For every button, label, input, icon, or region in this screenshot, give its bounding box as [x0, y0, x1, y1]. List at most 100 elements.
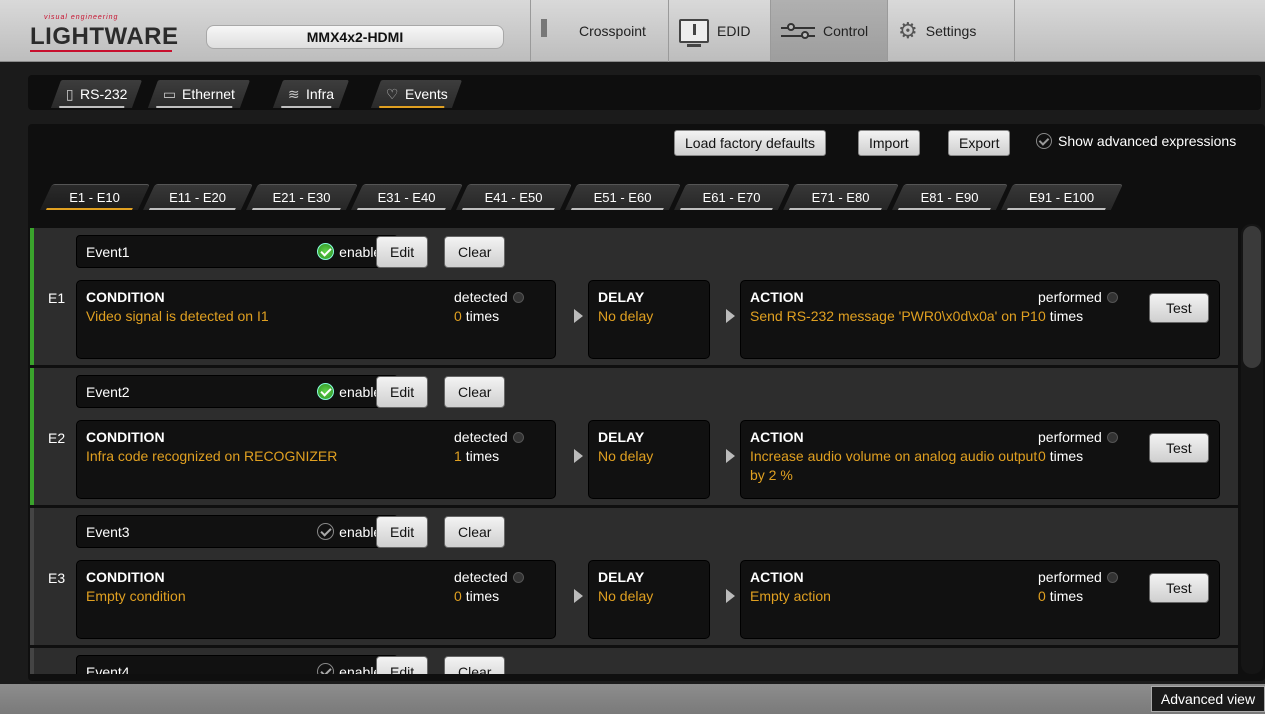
condition-box[interactable]: CONDITION Infra code recognized on RECOG…	[76, 420, 556, 499]
subtab-label: RS-232	[79, 86, 128, 102]
event-row-e4: Event4 enabled Edit Clear	[30, 648, 1238, 674]
clear-button[interactable]: Clear	[444, 656, 506, 674]
nav-tab-edid[interactable]: EDID	[668, 0, 770, 62]
import-button[interactable]: Import	[858, 130, 920, 156]
delay-box[interactable]: DELAY No delay	[588, 280, 710, 359]
monitor-icon	[679, 19, 709, 47]
range-tab-e11-e20[interactable]: E11 - E20	[142, 184, 254, 210]
delay-box[interactable]: DELAY No delay	[588, 560, 710, 639]
event-code: E1	[48, 290, 66, 306]
delay-text: No delay	[598, 588, 654, 604]
crosspoint-grid-icon	[541, 19, 571, 42]
range-tab-e41-e50[interactable]: E41 - E50	[455, 184, 573, 210]
performed-count: 0 times	[1038, 308, 1084, 324]
nav-tab-control[interactable]: Control	[770, 0, 887, 62]
condition-title: CONDITION	[86, 429, 165, 445]
detected-label: detected	[454, 289, 524, 305]
edit-button[interactable]: Edit	[376, 516, 429, 548]
range-tab-e51-e60[interactable]: E51 - E60	[564, 184, 682, 210]
logo-text: LIGHTWARE	[30, 23, 179, 50]
condition-box[interactable]: CONDITION Video signal is detected on I1…	[76, 280, 556, 359]
range-tab-e91-e100[interactable]: E91 - E100	[1000, 184, 1124, 210]
nav-tab-settings[interactable]: ⚙ Settings	[887, 0, 1015, 62]
export-button[interactable]: Export	[948, 130, 1011, 156]
performed-label: performed	[1038, 429, 1118, 445]
event-name-box: Event2 enabled	[76, 375, 398, 408]
nav-tab-label: Control	[823, 23, 869, 39]
subtab-infra[interactable]: ≋ Infra	[272, 80, 349, 108]
range-tab-e61-e70[interactable]: E61 - E70	[673, 184, 791, 210]
test-button[interactable]: Test	[1149, 293, 1209, 323]
range-tab-e21-e30[interactable]: E21 - E30	[245, 184, 359, 210]
performed-count: 0 times	[1038, 588, 1084, 604]
arrow-right-icon	[726, 449, 735, 463]
condition-title: CONDITION	[86, 569, 165, 585]
detected-label: detected	[454, 569, 524, 585]
delay-text: No delay	[598, 308, 654, 324]
subtab-rs232[interactable]: ▯ RS-232	[50, 80, 143, 108]
edit-button[interactable]: Edit	[376, 656, 429, 674]
range-tab-e71-e80[interactable]: E71 - E80	[782, 184, 900, 210]
event-name: Event4	[86, 664, 130, 674]
status-led-icon	[1106, 291, 1118, 303]
edit-button[interactable]: Edit	[376, 236, 429, 268]
arrow-right-icon	[574, 449, 583, 463]
device-name-field[interactable]: MMX4x2-HDMI	[206, 25, 504, 49]
event-row-e3: Event3 enabled Edit Clear E3 CONDITION E…	[30, 508, 1238, 645]
action-text: Empty action	[750, 588, 831, 604]
subtab-label: Ethernet	[182, 86, 236, 102]
event-name-box: Event4 enabled	[76, 655, 398, 674]
event-name: Event3	[86, 524, 130, 540]
detected-count: 0 times	[454, 588, 500, 604]
scrollbar-thumb[interactable]	[1243, 226, 1261, 368]
advanced-view-button[interactable]: Advanced view	[1151, 686, 1265, 712]
edit-button[interactable]: Edit	[376, 376, 429, 408]
test-button[interactable]: Test	[1149, 573, 1209, 603]
event-name-box: Event3 enabled	[76, 515, 398, 548]
nav-tab-label: EDID	[717, 23, 751, 39]
event-code: E3	[48, 570, 66, 586]
status-bar	[0, 684, 1265, 714]
logo-underline	[30, 50, 172, 52]
condition-box[interactable]: CONDITION Empty condition detected 0 tim…	[76, 560, 556, 639]
subtab-ethernet[interactable]: ▭ Ethernet	[147, 80, 251, 108]
checkbox-icon	[1036, 133, 1052, 149]
subtab-label: Infra	[305, 86, 334, 102]
range-tab-e1-e10[interactable]: E1 - E10	[39, 184, 151, 210]
toggle-label: Show advanced expressions	[1058, 133, 1237, 149]
condition-title: CONDITION	[86, 289, 165, 305]
event-row-e2: Event2 enabled Edit Clear E2 CONDITION I…	[30, 368, 1238, 505]
detected-count: 0 times	[454, 308, 500, 324]
load-factory-defaults-button[interactable]: Load factory defaults	[674, 130, 826, 156]
action-box[interactable]: ACTION Increase audio volume on analog a…	[740, 420, 1220, 499]
nav-tab-crosspoint[interactable]: Crosspoint	[530, 0, 668, 62]
checkmark-icon	[317, 523, 335, 540]
clear-button[interactable]: Clear	[444, 376, 506, 408]
action-box[interactable]: ACTION Send RS-232 message 'PWR0\x0d\x0a…	[740, 280, 1220, 359]
performed-label: performed	[1038, 289, 1118, 305]
event-row-e1: Event1 enabled Edit Clear E1 CONDITION V…	[30, 228, 1238, 365]
clear-button[interactable]: Clear	[444, 236, 506, 268]
action-text: Increase audio volume on analog audio ou…	[750, 448, 1038, 483]
condition-text: Infra code recognized on RECOGNIZER	[86, 448, 338, 464]
status-led-icon	[512, 291, 524, 303]
show-advanced-expressions-toggle[interactable]: Show advanced expressions	[1036, 133, 1236, 149]
infrared-icon: ≋	[288, 85, 300, 102]
event-name: Event2	[86, 384, 130, 400]
status-led-icon	[512, 431, 524, 443]
checkmark-icon	[317, 663, 335, 674]
range-tab-e81-e90[interactable]: E81 - E90	[891, 184, 1009, 210]
delay-box[interactable]: DELAY No delay	[588, 420, 710, 499]
arrow-right-icon	[574, 309, 583, 323]
detected-label: detected	[454, 429, 524, 445]
action-box[interactable]: ACTION Empty action performed 0 times Te…	[740, 560, 1220, 639]
performed-label: performed	[1038, 569, 1118, 585]
range-tab-e31-e40[interactable]: E31 - E40	[350, 184, 464, 210]
delay-title: DELAY	[598, 569, 645, 585]
subtab-events[interactable]: ♡ Events	[370, 80, 463, 108]
test-button[interactable]: Test	[1149, 433, 1209, 463]
clear-button[interactable]: Clear	[444, 516, 506, 548]
checkmark-icon	[317, 243, 335, 260]
action-title: ACTION	[750, 429, 804, 445]
condition-text: Video signal is detected on I1	[86, 308, 269, 324]
